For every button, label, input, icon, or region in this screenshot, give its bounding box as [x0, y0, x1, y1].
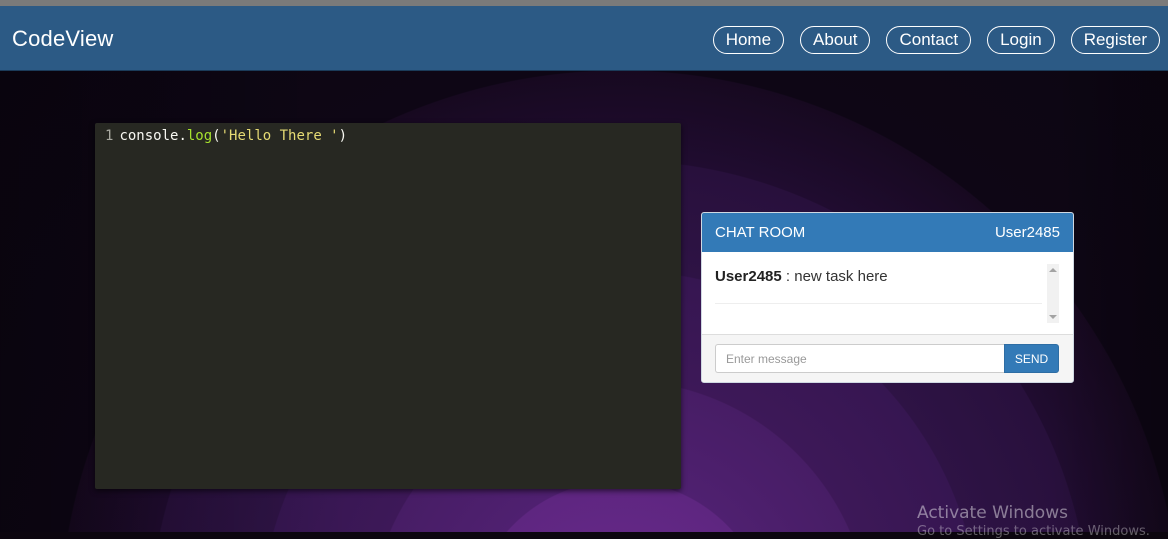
nav-contact-link[interactable]: Contact: [886, 26, 972, 54]
code-editor[interactable]: 1 console.log('Hello There '): [95, 123, 681, 489]
chat-current-user: User2485: [994, 224, 1060, 241]
chat-message-author: User2485: [715, 268, 782, 285]
code-line[interactable]: 1 console.log('Hello There '): [105, 128, 347, 144]
line-number: 1: [105, 128, 114, 144]
chat-header: CHAT ROOM User2485: [702, 213, 1073, 252]
nav-home-link[interactable]: Home: [712, 26, 785, 54]
chat-scrollbar[interactable]: [1047, 264, 1059, 323]
nav-about-link[interactable]: About: [800, 26, 871, 54]
code-token-close-paren: ): [338, 128, 348, 144]
chat-title: CHAT ROOM: [715, 224, 806, 241]
chat-message-text: : new task here: [781, 268, 888, 285]
chat-room-panel: CHAT ROOM User2485 User2485 : new task h…: [701, 212, 1074, 383]
brand-logo[interactable]: CodeView: [12, 26, 113, 52]
nav-login-link[interactable]: Login: [987, 26, 1055, 54]
chat-footer: SEND: [702, 334, 1073, 382]
code-token-open-paren: (: [212, 128, 221, 144]
navbar: CodeView Home About Contact Login Regist…: [0, 6, 1168, 71]
scroll-down-arrow-icon[interactable]: [1049, 315, 1057, 319]
message-divider: [715, 303, 1042, 304]
chat-message: User2485 : new task here: [715, 268, 888, 285]
activate-windows-watermark: Activate Windows: [917, 503, 1068, 523]
code-token-string: 'Hello There ': [220, 128, 339, 144]
scroll-up-arrow-icon[interactable]: [1049, 268, 1057, 272]
send-button[interactable]: SEND: [1004, 344, 1059, 373]
nav-register-link[interactable]: Register: [1070, 26, 1160, 54]
chat-messages[interactable]: User2485 : new task here: [702, 252, 1073, 334]
code-token-object: console.: [119, 128, 187, 144]
message-input[interactable]: [715, 344, 1004, 373]
nav-links: Home About Contact Login Register: [712, 26, 1160, 54]
code-token-function: log: [186, 128, 213, 144]
